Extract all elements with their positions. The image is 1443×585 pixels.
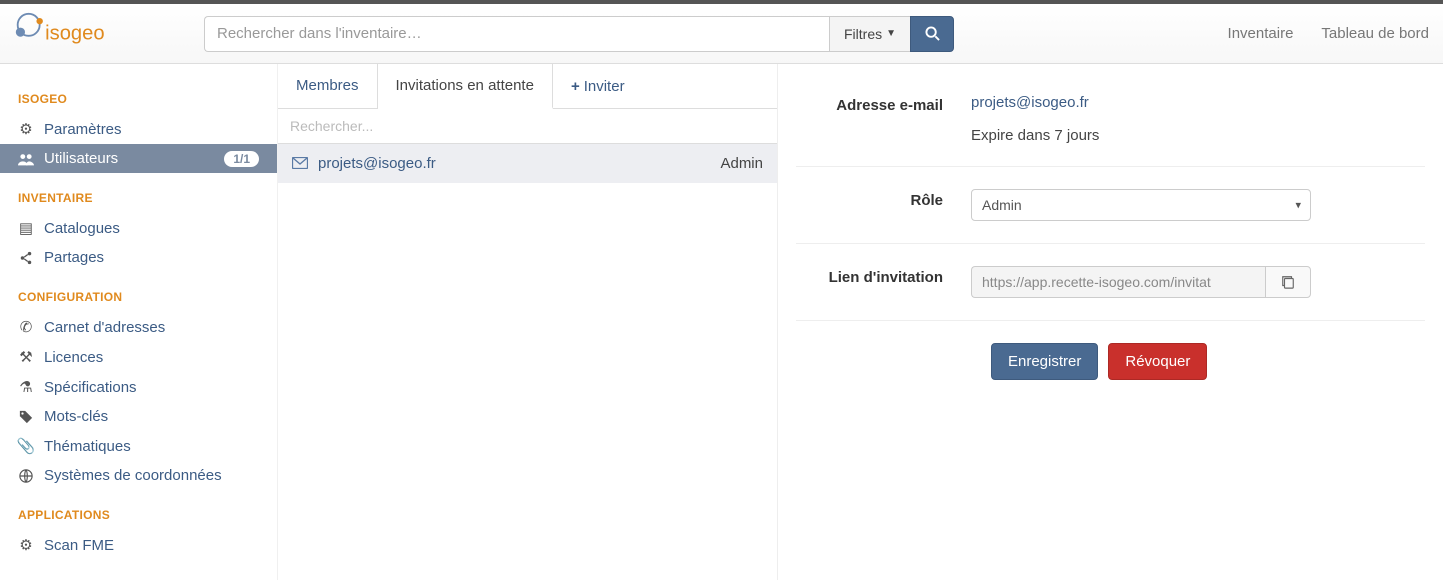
copy-icon <box>1281 275 1295 289</box>
sidebar-item-label: Partages <box>44 249 104 266</box>
filters-label: Filtres <box>844 26 882 42</box>
section-applications: APPLICATIONS <box>0 500 277 530</box>
tab-pending[interactable]: Invitations en attente <box>378 64 553 109</box>
sidebar-item-specifications[interactable]: ⚗ Spécifications <box>0 372 277 402</box>
phone-icon: ✆ <box>18 318 34 336</box>
invitation-link-input[interactable] <box>971 266 1265 298</box>
expiry-text: Expire dans 7 jours <box>971 127 1425 144</box>
sidebar-item-label: Paramètres <box>44 121 122 138</box>
sidebar: ISOGEO ⚙ Paramètres Utilisateurs 1/1 INV… <box>0 64 278 580</box>
sidebar-item-label: Mots-clés <box>44 408 108 425</box>
nav-inventory[interactable]: Inventaire <box>1228 25 1294 42</box>
header: isogeo Filtres ▼ Inventaire Tableau de b… <box>0 0 1443 64</box>
badge: 1/1 <box>224 151 259 167</box>
sidebar-item-carnet[interactable]: ✆ Carnet d'adresses <box>0 312 277 342</box>
sidebar-item-licences[interactable]: ⚒ Licences <box>0 342 277 372</box>
sidebar-item-scanfme[interactable]: ⚙ Scan FME <box>0 530 277 560</box>
list-item-email: projets@isogeo.fr <box>318 155 436 172</box>
chevron-down-icon: ▼ <box>886 28 896 39</box>
section-configuration: CONFIGURATION <box>0 282 277 312</box>
sidebar-item-partages[interactable]: Partages <box>0 243 277 272</box>
tabs: Membres Invitations en attente + Inviter <box>278 64 777 109</box>
globe-icon <box>18 469 34 483</box>
search-button[interactable] <box>910 16 954 52</box>
sidebar-item-label: Spécifications <box>44 379 137 396</box>
flask-icon: ⚗ <box>18 378 34 396</box>
tab-invite[interactable]: + Inviter <box>553 64 643 108</box>
save-button[interactable]: Enregistrer <box>991 343 1098 380</box>
sidebar-item-label: Licences <box>44 349 103 366</box>
email-value: projets@isogeo.fr <box>971 94 1425 111</box>
search-group: Filtres ▼ <box>204 16 954 52</box>
role-select[interactable]: Admin <box>971 189 1311 221</box>
list-item-role: Admin <box>720 155 763 172</box>
list-item[interactable]: projets@isogeo.fr Admin <box>278 144 777 183</box>
book-icon: ▤ <box>18 219 34 237</box>
sidebar-item-coordonnees[interactable]: Systèmes de coordonnées <box>0 461 277 490</box>
section-isogeo: ISOGEO <box>0 84 277 114</box>
nav-dashboard[interactable]: Tableau de bord <box>1321 25 1429 42</box>
link-label: Lien d'invitation <box>796 266 971 286</box>
list-search-input[interactable] <box>278 109 777 144</box>
sidebar-item-label: Thématiques <box>44 438 131 455</box>
search-input[interactable] <box>204 16 829 52</box>
detail-panel: Adresse e-mail projets@isogeo.fr Expire … <box>778 64 1443 580</box>
plus-icon: + <box>571 78 580 95</box>
envelope-icon <box>292 156 308 172</box>
logo[interactable]: isogeo <box>14 12 124 56</box>
gear-icon: ⚙ <box>18 536 34 554</box>
tab-label: Inviter <box>584 78 625 95</box>
sidebar-item-label: Carnet d'adresses <box>44 319 165 336</box>
search-icon <box>925 26 940 41</box>
copy-button[interactable] <box>1265 266 1311 298</box>
sidebar-item-utilisateurs[interactable]: Utilisateurs 1/1 <box>0 144 277 173</box>
filters-button[interactable]: Filtres ▼ <box>829 16 910 52</box>
tab-members[interactable]: Membres <box>278 64 378 108</box>
nav-right: Inventaire Tableau de bord <box>1228 25 1429 42</box>
gear-icon: ⚙ <box>18 120 34 138</box>
sidebar-item-parametres[interactable]: ⚙ Paramètres <box>0 114 277 144</box>
sidebar-item-motscles[interactable]: Mots-clés <box>0 402 277 431</box>
share-icon <box>18 251 34 265</box>
role-label: Rôle <box>796 189 971 209</box>
sidebar-item-catalogues[interactable]: ▤ Catalogues <box>0 213 277 243</box>
sidebar-item-label: Catalogues <box>44 220 120 237</box>
svg-text:isogeo: isogeo <box>45 22 104 44</box>
email-label: Adresse e-mail <box>796 94 971 114</box>
sidebar-item-label: Utilisateurs <box>44 150 118 167</box>
tags-icon <box>18 410 34 424</box>
sidebar-item-label: Scan FME <box>44 537 114 554</box>
sidebar-item-thematiques[interactable]: 📎 Thématiques <box>0 431 277 461</box>
users-icon <box>18 152 34 166</box>
gavel-icon: ⚒ <box>18 348 34 366</box>
middle-panel: Membres Invitations en attente + Inviter… <box>278 64 778 580</box>
sidebar-item-label: Systèmes de coordonnées <box>44 467 222 484</box>
revoke-button[interactable]: Révoquer <box>1108 343 1207 380</box>
paperclip-icon: 📎 <box>18 437 34 455</box>
section-inventaire: INVENTAIRE <box>0 183 277 213</box>
